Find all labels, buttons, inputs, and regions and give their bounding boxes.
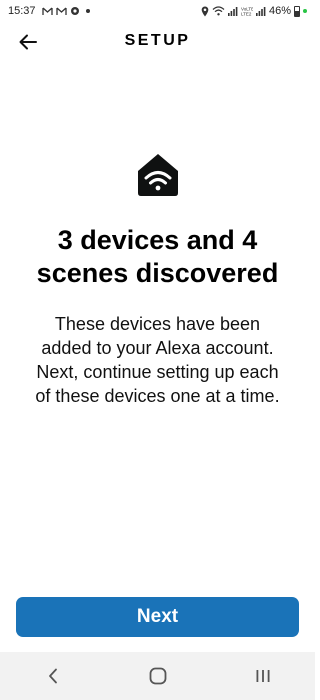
next-button[interactable]: Next <box>16 597 299 637</box>
status-right: VoLTE LTE2 46% <box>201 5 307 17</box>
gmail-icon <box>55 7 67 15</box>
status-bar: 15:37 VoLTE LTE2 46% <box>0 0 315 22</box>
signal-icon <box>255 7 266 16</box>
status-left: 15:37 <box>8 5 90 17</box>
home-circle-icon <box>149 667 166 685</box>
status-time: 15:37 <box>8 5 36 17</box>
smart-home-wifi-icon <box>138 154 178 196</box>
gmail-icon <box>41 7 53 15</box>
notification-dot-icon <box>85 9 90 13</box>
header: SETUP <box>0 24 315 60</box>
battery-status-dot <box>303 9 307 13</box>
signal-icon <box>227 7 238 16</box>
page-title: SETUP <box>124 32 191 49</box>
volte-icon: VoLTE LTE2 <box>241 7 253 17</box>
discovery-headline: 3 devices and 4 scenes discovered <box>36 225 279 288</box>
settings-icon <box>70 7 79 15</box>
location-icon <box>201 6 209 16</box>
battery-percent: 46% <box>268 5 291 17</box>
recents-icon <box>256 670 269 682</box>
battery-icon <box>294 5 300 17</box>
discovery-description: These devices have been added to your Al… <box>35 314 280 406</box>
nav-recents-button[interactable] <box>243 656 283 696</box>
back-chevron-icon <box>48 668 57 684</box>
nav-home-button[interactable] <box>138 656 178 696</box>
wifi-icon <box>212 6 225 16</box>
system-nav-bar <box>0 652 315 700</box>
nav-back-button[interactable] <box>33 656 73 696</box>
svg-text:LTE2: LTE2 <box>241 12 252 17</box>
